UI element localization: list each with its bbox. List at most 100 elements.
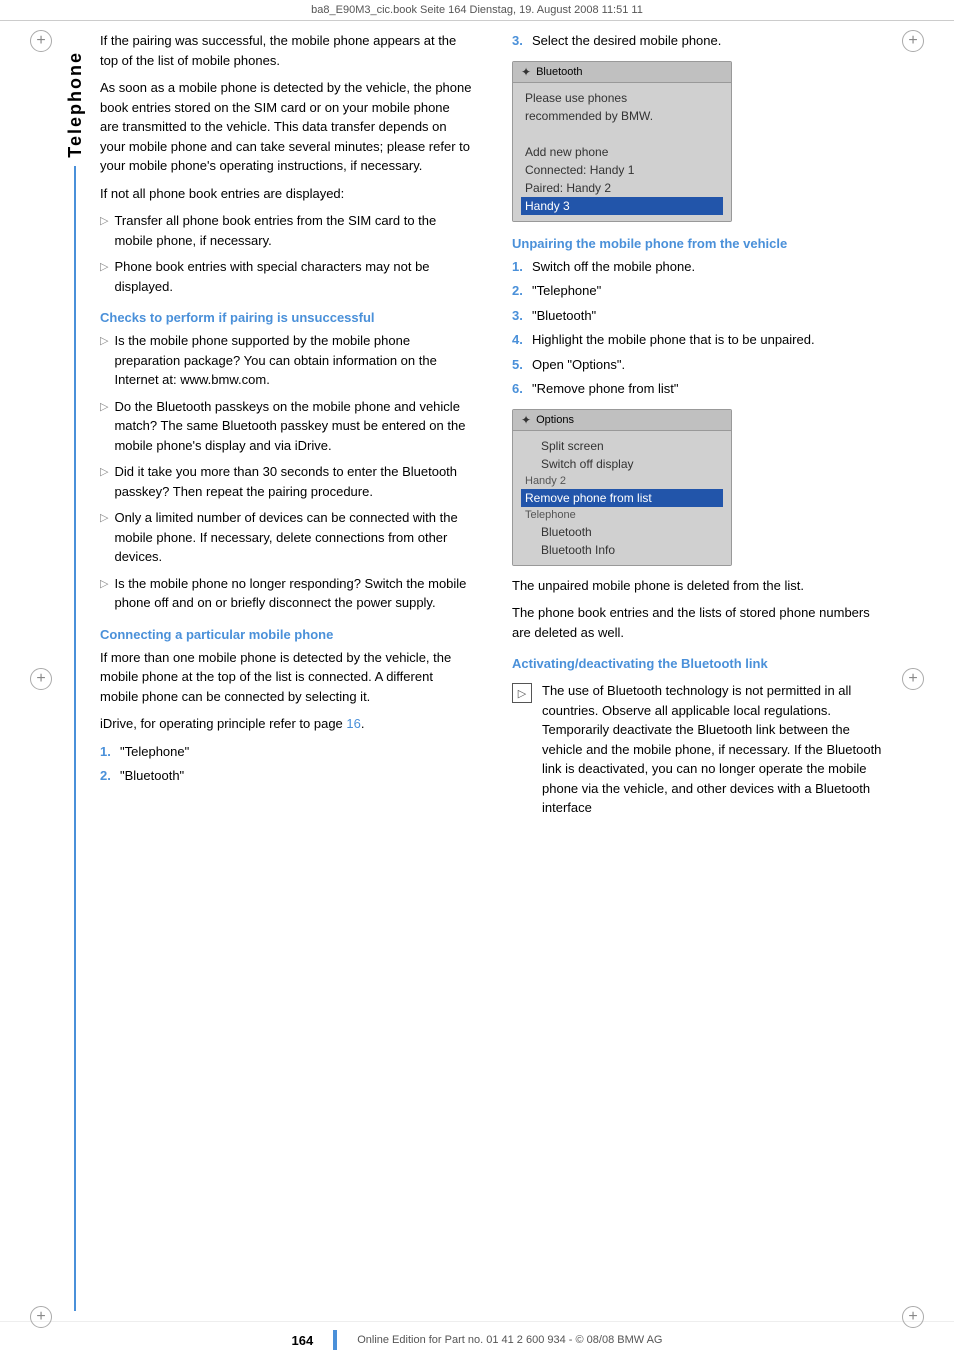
connect-p1: If more than one mobile phone is detecte… bbox=[100, 648, 472, 707]
options-screen: ✦ Options Split screen Switch off displa… bbox=[512, 409, 732, 566]
step-text: "Telephone" bbox=[532, 281, 601, 301]
intro-bullets: ▷ Transfer all phone book entries from t… bbox=[100, 211, 472, 296]
after-unpair-p2: The phone book entries and the lists of … bbox=[512, 603, 884, 642]
screen-line: Split screen bbox=[525, 437, 719, 455]
connect-p2: iDrive, for operating principle refer to… bbox=[100, 714, 472, 734]
footer-text: Online Edition for Part no. 01 41 2 600 … bbox=[357, 1334, 662, 1346]
list-item: ▷ Only a limited number of devices can b… bbox=[100, 508, 472, 567]
check-text: Is the mobile phone supported by the mob… bbox=[114, 331, 472, 390]
options-title: Options bbox=[536, 414, 574, 426]
step-text: Open "Options". bbox=[532, 355, 625, 375]
corner-mark-ml bbox=[30, 668, 52, 690]
list-item: ▷ Do the Bluetooth passkeys on the mobil… bbox=[100, 397, 472, 456]
sidebar: Telephone bbox=[60, 31, 90, 1311]
checks-list: ▷ Is the mobile phone supported by the m… bbox=[100, 331, 472, 613]
corner-mark-mr bbox=[902, 668, 924, 690]
check-text: Is the mobile phone no longer responding… bbox=[114, 574, 472, 613]
section-unpair-heading: Unpairing the mobile phone from the vehi… bbox=[512, 236, 884, 251]
connect-steps: 1. "Telephone" 2. "Bluetooth" bbox=[100, 742, 472, 786]
screen-line: recommended by BMW. bbox=[525, 107, 719, 125]
step-text: "Bluetooth" bbox=[532, 306, 596, 326]
footer-highlight bbox=[333, 1330, 337, 1350]
step3-list: 3. Select the desired mobile phone. bbox=[512, 31, 884, 51]
page-number: 164 bbox=[292, 1333, 314, 1348]
page-footer: 164 Online Edition for Part no. 01 41 2 … bbox=[0, 1321, 954, 1358]
bullet-arrow-icon: ▷ bbox=[100, 464, 108, 481]
options-screen-content: Split screen Switch off display Handy 2 … bbox=[513, 431, 731, 565]
corner-mark-bl bbox=[30, 1306, 52, 1328]
bluetooth-title: Bluetooth bbox=[536, 66, 582, 78]
list-item: 3. "Bluetooth" bbox=[512, 306, 884, 326]
screen-line bbox=[525, 125, 719, 143]
unpair-steps: 1. Switch off the mobile phone. 2. "Tele… bbox=[512, 257, 884, 399]
screen-line: Paired: Handy 2 bbox=[525, 179, 719, 197]
sidebar-line bbox=[74, 166, 76, 1311]
list-item: 2. "Telephone" bbox=[512, 281, 884, 301]
bullet-arrow-icon: ▷ bbox=[100, 510, 108, 527]
bluetooth-screen: ✦ Bluetooth Please use phones recommende… bbox=[512, 61, 732, 222]
main-content: Telephone If the pairing was successful,… bbox=[0, 21, 954, 1321]
screen-line: Switch off display bbox=[525, 455, 719, 473]
bluetooth-icon: ✦ bbox=[521, 65, 531, 79]
note-box: The use of Bluetooth technology is not p… bbox=[512, 681, 884, 826]
bullet-arrow-icon: ▷ bbox=[100, 333, 108, 350]
step-text: "Remove phone from list" bbox=[532, 379, 679, 399]
step-text: Highlight the mobile phone that is to be… bbox=[532, 330, 815, 350]
list-item: 2. "Bluetooth" bbox=[100, 766, 472, 786]
screen-line: Add new phone bbox=[525, 143, 719, 161]
idrive-link[interactable]: 16 bbox=[346, 716, 360, 731]
options-title-bar: ✦ Options bbox=[513, 410, 731, 431]
bluetooth-screen-content: Please use phones recommended by BMW. Ad… bbox=[513, 83, 731, 221]
bullet-text: Phone book entries with special characte… bbox=[114, 257, 472, 296]
left-column: If the pairing was successful, the mobil… bbox=[90, 31, 492, 1311]
right-column: 3. Select the desired mobile phone. ✦ Bl… bbox=[492, 31, 894, 1311]
intro-p3: If not all phone book entries are displa… bbox=[100, 184, 472, 204]
list-item: ▷ Phone book entries with special charac… bbox=[100, 257, 472, 296]
list-item: ▷ Transfer all phone book entries from t… bbox=[100, 211, 472, 250]
corner-mark-tl bbox=[30, 30, 52, 52]
check-text: Only a limited number of devices can be … bbox=[114, 508, 472, 567]
screen-line: Please use phones bbox=[525, 89, 719, 107]
list-item: ▷ Did it take you more than 30 seconds t… bbox=[100, 462, 472, 501]
corner-mark-tr bbox=[902, 30, 924, 52]
note-arrow-icon bbox=[512, 683, 532, 703]
screen-line-highlight: Handy 3 bbox=[521, 197, 723, 215]
section-connect-heading: Connecting a particular mobile phone bbox=[100, 627, 472, 642]
bullet-arrow-icon: ▷ bbox=[100, 576, 108, 593]
list-item: ▷ Is the mobile phone supported by the m… bbox=[100, 331, 472, 390]
check-text: Do the Bluetooth passkeys on the mobile … bbox=[114, 397, 472, 456]
top-bar: ba8_E90M3_cic.book Seite 164 Dienstag, 1… bbox=[0, 0, 954, 21]
intro-p2: As soon as a mobile phone is detected by… bbox=[100, 78, 472, 176]
screen-line-highlight: Remove phone from list bbox=[521, 489, 723, 507]
after-unpair-p1: The unpaired mobile phone is deleted fro… bbox=[512, 576, 884, 596]
bluetooth-title-bar: ✦ Bluetooth bbox=[513, 62, 731, 83]
step-text: "Bluetooth" bbox=[120, 766, 184, 786]
bullet-arrow-icon: ▷ bbox=[100, 259, 108, 276]
screen-line: Bluetooth Info bbox=[525, 541, 719, 559]
bullet-arrow-icon: ▷ bbox=[100, 399, 108, 416]
screen-line: Handy 2 bbox=[525, 473, 719, 489]
step-text: Switch off the mobile phone. bbox=[532, 257, 695, 277]
note-text: The use of Bluetooth technology is not p… bbox=[542, 681, 884, 818]
bullet-text: Transfer all phone book entries from the… bbox=[114, 211, 472, 250]
section-bluetooth-link-heading: Activating/deactivating the Bluetooth li… bbox=[512, 656, 884, 671]
list-item: 6. "Remove phone from list" bbox=[512, 379, 884, 399]
list-item: 4. Highlight the mobile phone that is to… bbox=[512, 330, 884, 350]
list-item: ▷ Is the mobile phone no longer respondi… bbox=[100, 574, 472, 613]
step3-text: Select the desired mobile phone. bbox=[532, 31, 721, 51]
intro-p1: If the pairing was successful, the mobil… bbox=[100, 31, 472, 70]
list-item: 3. Select the desired mobile phone. bbox=[512, 31, 884, 51]
corner-mark-br bbox=[902, 1306, 924, 1328]
screen-line: Connected: Handy 1 bbox=[525, 161, 719, 179]
screen-line: Telephone bbox=[525, 507, 719, 523]
sidebar-label: Telephone bbox=[65, 51, 86, 158]
list-item: 1. "Telephone" bbox=[100, 742, 472, 762]
options-icon: ✦ bbox=[521, 413, 531, 427]
step-text: "Telephone" bbox=[120, 742, 189, 762]
screen-line: Bluetooth bbox=[525, 523, 719, 541]
bullet-arrow-icon: ▷ bbox=[100, 213, 108, 230]
list-item: 1. Switch off the mobile phone. bbox=[512, 257, 884, 277]
list-item: 5. Open "Options". bbox=[512, 355, 884, 375]
section-checks-heading: Checks to perform if pairing is unsucces… bbox=[100, 310, 472, 325]
file-path: ba8_E90M3_cic.book Seite 164 Dienstag, 1… bbox=[311, 4, 643, 16]
